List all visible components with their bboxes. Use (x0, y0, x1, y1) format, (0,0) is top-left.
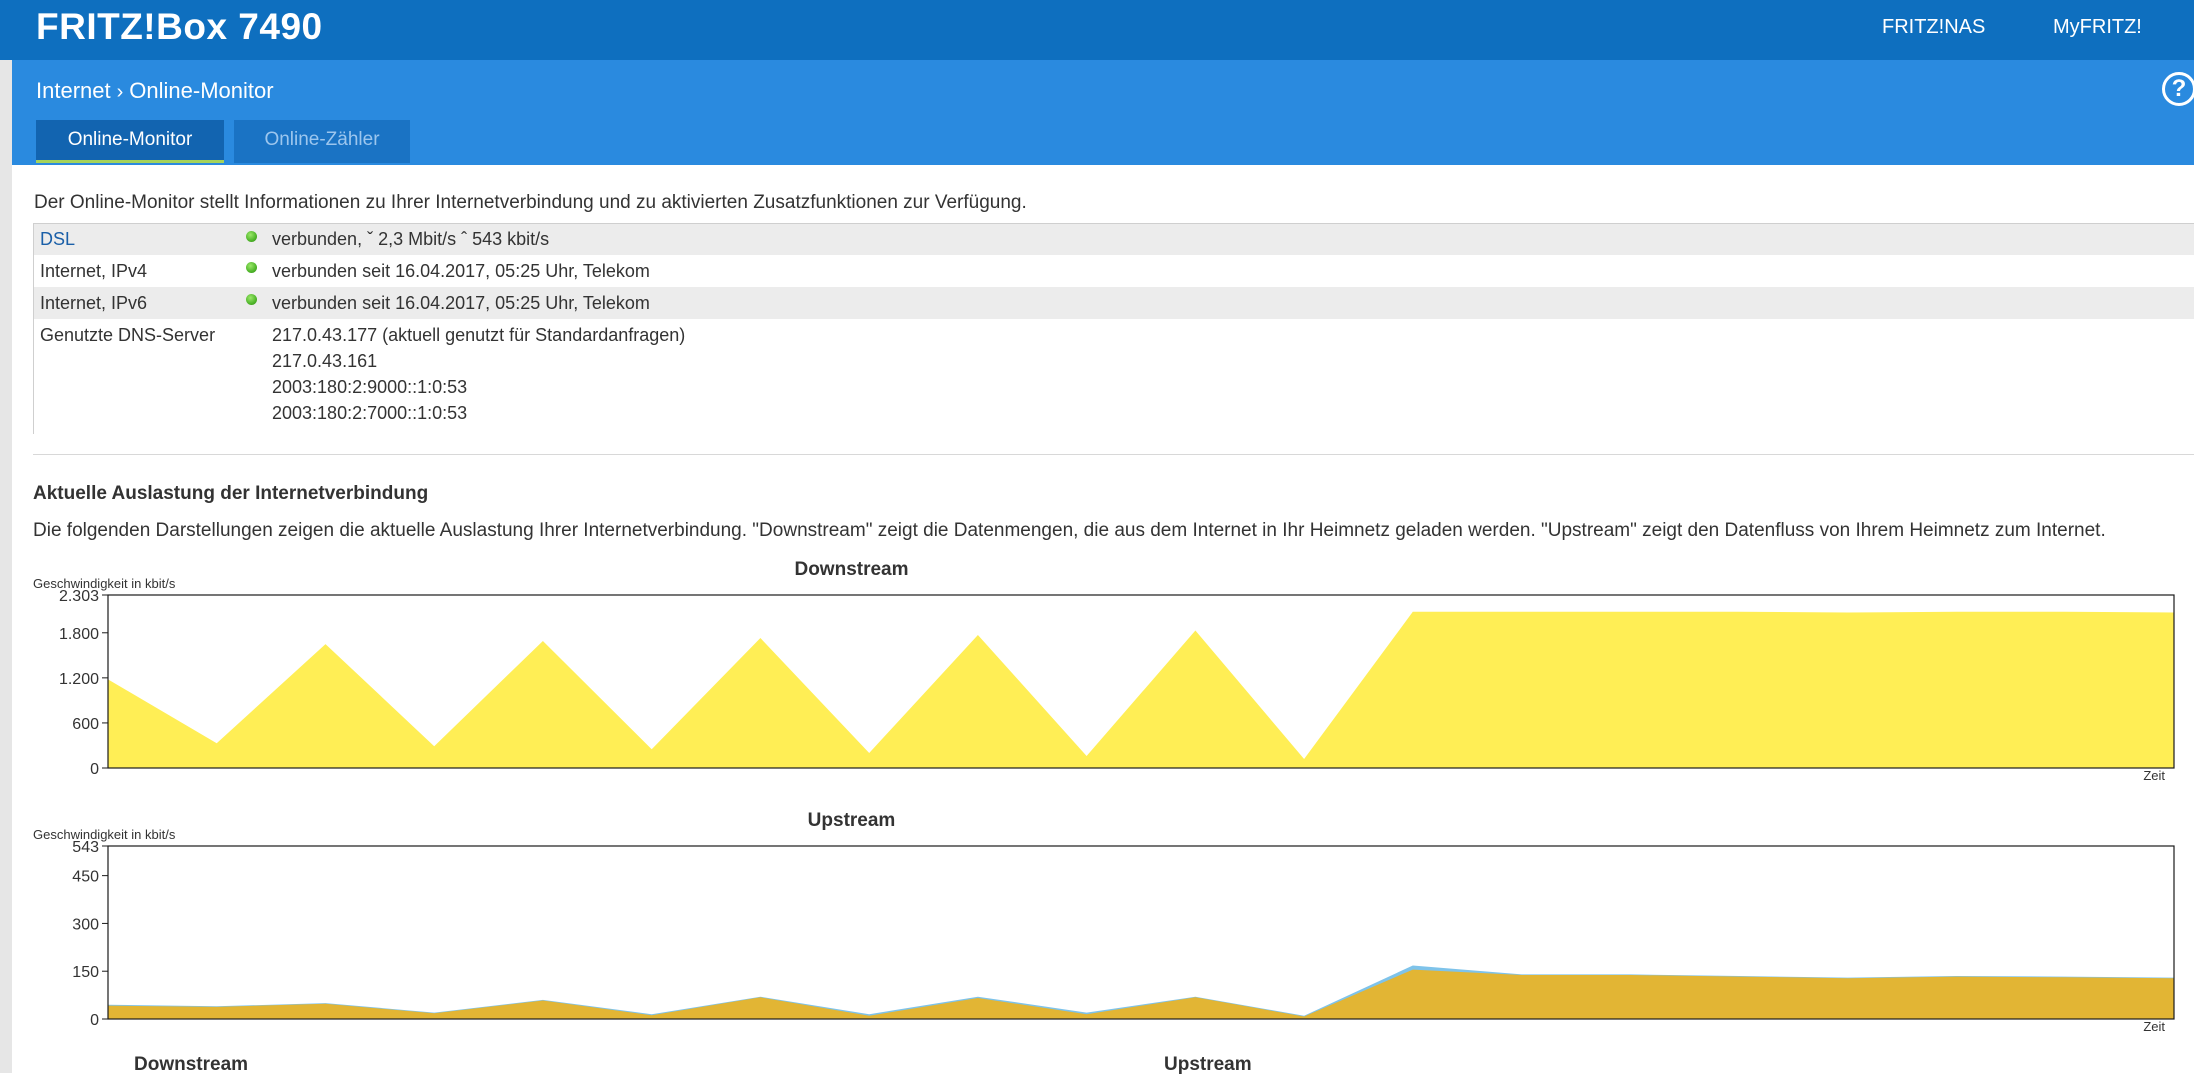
ipv4-value: verbunden seit 16.04.2017, 05:25 Uhr, Te… (272, 261, 650, 281)
section-title: Aktuelle Auslastung der Internetverbindu… (33, 483, 429, 504)
upstream-y-tick-label: 150 (72, 964, 99, 981)
upstream-y-tick-label: 543 (72, 839, 99, 856)
downstream-x-axis-label: Zeit (2143, 768, 2165, 783)
status-row-ipv4: Internet, IPv4 verbunden seit 16.04.2017… (34, 255, 2194, 287)
dns-server-item: 217.0.43.161 (272, 351, 378, 371)
tab-online-zaehler[interactable]: Online-Zähler (234, 120, 410, 163)
downstream-plot-frame (107, 594, 2175, 769)
breadcrumb: Internet › Online-Monitor (36, 78, 274, 104)
downstream-y-tick-label: 0 (90, 761, 99, 778)
status-ok-icon (246, 262, 257, 273)
downstream-chart-title: Downstream (794, 559, 908, 580)
header-band: Internet › Online-Monitor ? Online-Monitor… (12, 60, 2194, 165)
downstream-series-area-0 (108, 611, 2174, 768)
upstream-y-axis-label: Geschwindigkeit in kbit/s (33, 827, 176, 842)
section-description: Die folgenden Darstellungen zeigen die a… (33, 520, 2106, 541)
dns-server-item: 217.0.43.177 (aktuell genutzt für Standa… (272, 325, 686, 345)
downstream-y-tick-label: 1.200 (59, 671, 99, 688)
ipv6-value: verbunden seit 16.04.2017, 05:25 Uhr, Te… (272, 293, 650, 313)
upstream-y-tick-label: 0 (90, 1012, 99, 1029)
downstream-y-tick-label: 1.800 (59, 626, 99, 643)
help-icon[interactable]: ? (2162, 72, 2194, 106)
ipv6-label: Internet, IPv6 (40, 293, 148, 313)
downstream-y-tick-label: 600 (72, 716, 99, 733)
status-table: DSL verbunden, ˇ 2,3 Mbit/s ˆ 543 kbit/s… (33, 223, 2194, 434)
ipv4-label: Internet, IPv4 (40, 261, 148, 281)
dns-server-item: 2003:180:2:9000::1:0:53 (272, 377, 468, 397)
upstream-plot-frame (107, 845, 2175, 1020)
section-divider (33, 454, 2194, 455)
dns-label: Genutzte DNS-Server (40, 325, 216, 345)
upstream-y-tick-label: 300 (72, 916, 99, 933)
tab-online-monitor[interactable]: Online-Monitor (36, 120, 224, 163)
status-ok-icon (246, 231, 257, 242)
downstream-y-tick-label: 2.303 (59, 588, 99, 605)
downstream-y-axis-label: Geschwindigkeit in kbit/s (33, 576, 176, 591)
upstream-series-area-0 (108, 965, 2174, 1019)
top-bar: FRITZ!Box 7490 FRITZ!NAS MyFRITZ! (0, 0, 2194, 60)
status-ok-icon (246, 294, 257, 305)
upstream-x-axis-label: Zeit (2143, 1019, 2165, 1034)
intro-text: Der Online-Monitor stellt Informationen … (34, 192, 1027, 213)
brand-logo: FRITZ!Box 7490 (36, 6, 323, 47)
status-row-dsl: DSL verbunden, ˇ 2,3 Mbit/s ˆ 543 kbit/s (34, 224, 2194, 255)
dsl-value: verbunden, ˇ 2,3 Mbit/s ˆ 543 kbit/s (272, 229, 550, 249)
fritznas-link[interactable]: FRITZ!NAS (1882, 16, 1985, 39)
myfritz-link[interactable]: MyFRITZ! (2053, 16, 2142, 39)
upstream-chart-title: Upstream (808, 810, 896, 831)
dns-server-item: 2003:180:2:7000::1:0:53 (272, 403, 468, 423)
upstream-y-tick-label: 450 (72, 869, 99, 886)
chevron-right-icon: › (116, 81, 124, 103)
status-row-ipv6: Internet, IPv6 verbunden seit 16.04.2017… (34, 287, 2194, 319)
dsl-link[interactable]: DSL (40, 224, 75, 255)
breadcrumb-current: Online-Monitor (129, 78, 274, 103)
breadcrumb-parent[interactable]: Internet (36, 78, 111, 103)
upstream-series-area-1 (108, 969, 2174, 1019)
status-row-dns: Genutzte DNS-Server 217.0.43.177 (aktuel… (34, 319, 2194, 434)
left-edge (0, 60, 12, 1073)
